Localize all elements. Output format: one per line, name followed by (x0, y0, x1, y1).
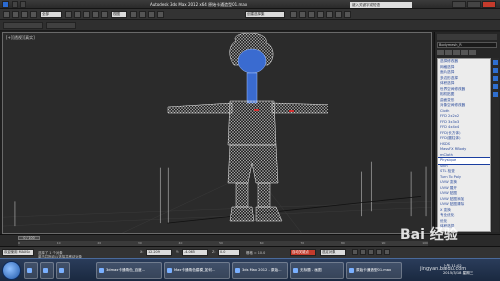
rotate-icon[interactable] (92, 11, 99, 18)
modifier-stack-buttons (437, 50, 497, 56)
taskbar-pinned-icon[interactable] (24, 262, 38, 279)
material-editor-icon[interactable] (326, 11, 333, 18)
select-by-name-icon[interactable] (74, 11, 81, 18)
title-bar: Autodesk 3ds Max 2012 x64 原始卡通造型01.max 键… (0, 0, 500, 9)
grid-size: 栅格 = 10.0 (246, 251, 266, 255)
command-panel: Bodymesh_R 选择修改器 网格选择 面片选择 多边形选择 体积选择 世界空间修改器… (434, 32, 500, 234)
quick-access-icon[interactable] (20, 0, 26, 8)
select-icon[interactable] (65, 11, 72, 18)
ribbon-tabs[interactable] (3, 22, 43, 29)
taskbar-pinned-icon[interactable] (40, 262, 54, 279)
command-panel-tabs[interactable] (437, 34, 497, 40)
reference-coord-dropdown[interactable]: 视图 (111, 11, 127, 18)
z-label: Z: (212, 250, 216, 254)
z-coordinate-field[interactable]: 0.0 (218, 249, 240, 256)
taskbar-item[interactable]: 3dmax卡通角色_百度... (96, 262, 162, 279)
prev-frame-icon[interactable] (360, 249, 366, 255)
align-icon[interactable] (299, 11, 306, 18)
configure-sets-icon[interactable] (469, 50, 476, 55)
side-strip (492, 58, 499, 232)
maximize-button[interactable] (467, 0, 481, 8)
render-icon[interactable] (344, 11, 351, 18)
show-end-result-icon[interactable] (445, 50, 452, 55)
play-icon[interactable] (368, 249, 374, 255)
taskbar-pinned-icon[interactable] (56, 262, 70, 279)
undo-icon[interactable] (3, 11, 10, 18)
viewport-label[interactable]: [+][透视][真实] (6, 35, 35, 41)
angle-snap-icon[interactable] (148, 11, 155, 18)
link-icon[interactable] (21, 11, 28, 18)
pin-stack-icon[interactable] (437, 50, 444, 55)
unlink-icon[interactable] (30, 11, 37, 18)
window-title: Autodesk 3ds Max 2012 x64 原始卡通造型01.max (150, 2, 248, 7)
tool-icon[interactable] (493, 60, 498, 65)
quick-access-icon[interactable] (12, 0, 18, 8)
ribbon-tabs[interactable] (46, 22, 76, 29)
app-menu-icon[interactable] (2, 0, 9, 8)
x-label: X: (140, 250, 144, 254)
next-frame-icon[interactable] (376, 249, 382, 255)
curve-editor-icon[interactable] (317, 11, 324, 18)
perspective-viewport[interactable]: [+][透视][真实] (2, 32, 432, 234)
y-coordinate-field[interactable]: -4.065 (182, 249, 208, 256)
main-toolbar: 全部 视图 创建选择集 (0, 9, 500, 20)
redo-icon[interactable] (12, 11, 19, 18)
snap-icon[interactable] (139, 11, 146, 18)
tool-icon[interactable] (493, 76, 498, 81)
render-setup-icon[interactable] (335, 11, 342, 18)
taskbar-item[interactable]: 无标题 - 画图 (290, 262, 344, 279)
tool-icon[interactable] (493, 92, 498, 97)
taskbar-item[interactable]: 3ds Max 2012 - 原始... (232, 262, 288, 279)
goto-start-icon[interactable] (352, 249, 358, 255)
time-slider[interactable]: 0 / 100 (18, 236, 40, 240)
make-unique-icon[interactable] (453, 50, 460, 55)
taskbar-item[interactable]: 原始卡通造型01.max (346, 262, 402, 279)
maxscript-listener[interactable]: 欢迎使用 MAXSc (2, 249, 34, 256)
taskbar-item[interactable]: Max卡通角色建模_如何... (164, 262, 230, 279)
baidu-watermark: Bai 经验 (400, 227, 458, 243)
selection-filter-dropdown[interactable]: 全部 (40, 11, 62, 18)
mirror-icon[interactable] (290, 11, 297, 18)
y-label: Y: (176, 250, 179, 254)
layer-icon[interactable] (308, 11, 315, 18)
minimize-button[interactable] (452, 0, 466, 8)
search-input[interactable]: 键入关键字或短语 (350, 1, 412, 8)
named-selection-dropdown[interactable]: 创建选择集 (245, 11, 285, 18)
percent-snap-icon[interactable] (157, 11, 164, 18)
move-icon[interactable] (83, 11, 90, 18)
character-mesh[interactable] (158, 33, 328, 228)
autokey-button[interactable]: 自动关键点 (290, 249, 316, 256)
close-button[interactable] (482, 0, 496, 8)
remove-modifier-icon[interactable] (461, 50, 468, 55)
x-coordinate-field[interactable]: 12.209 (146, 249, 172, 256)
key-filter-dropdown[interactable]: 选定对象 (320, 249, 346, 256)
tool-icon[interactable] (493, 84, 498, 89)
tool-icon[interactable] (493, 68, 498, 73)
watermark-url: jingyan.baidu.com (420, 266, 467, 272)
pivot-icon[interactable] (130, 11, 137, 18)
status-bar: 欢迎使用 MAXSc 选择了 1 个对象 单击并拖动以选择并移动对象 X: 12… (0, 246, 500, 259)
start-button[interactable] (2, 261, 21, 280)
scale-icon[interactable] (101, 11, 108, 18)
ribbon-toolbar (0, 20, 500, 31)
modifier-list[interactable]: 选择修改器 网格选择 面片选择 多边形选择 体积选择 世界空间修改器 相机贴图 曲面变形 对象空… (437, 58, 491, 232)
object-name-field[interactable]: Bodymesh_R (437, 42, 497, 48)
goto-end-icon[interactable] (384, 249, 390, 255)
